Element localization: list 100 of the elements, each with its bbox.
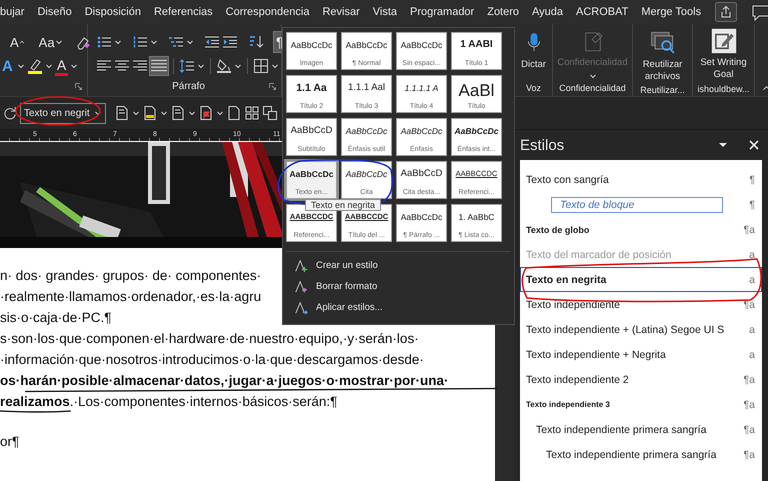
caret-icon[interactable]: [234, 62, 242, 70]
grow-font-button[interactable]: A: [8, 32, 27, 52]
caret-icon[interactable]: [132, 109, 140, 117]
caret-icon[interactable]: [70, 62, 78, 70]
redo-icon[interactable]: [3, 106, 18, 120]
style-preview: AaBbCcD: [290, 125, 332, 137]
line-spacing-icon[interactable]: [179, 58, 195, 74]
style-preview: 1.1 Aa: [296, 82, 327, 94]
text-line: realizamos.·Los·componentes·internos·básicos·serán:¶: [0, 394, 338, 410]
caret-icon[interactable]: [16, 62, 25, 70]
caret-icon[interactable]: [271, 62, 279, 70]
bullet-list-icon[interactable]: [96, 34, 112, 50]
style-type-mark: ¶a: [742, 374, 755, 386]
style-preview: 1. AaBbC: [458, 211, 494, 223]
style-preview: AaBbCcDc: [346, 168, 388, 180]
caret-icon[interactable]: [188, 109, 196, 117]
menu-tab[interactable]: Referencias: [147, 1, 220, 23]
style-preview: 1.1.1.1 A: [404, 82, 438, 94]
menu-item[interactable]: Aplicar estilos...: [286, 297, 511, 318]
group-label: Reutilizar...: [640, 84, 685, 94]
dropdown-icon[interactable]: [718, 140, 728, 150]
menu-tab[interactable]: Programador: [404, 1, 481, 23]
style-preview: AaBbCcDc: [400, 211, 442, 223]
dialog-launcher-icon[interactable]: [268, 82, 277, 91]
menu-tab[interactable]: Disposición: [78, 1, 148, 23]
group-label: Párrafo: [172, 81, 205, 92]
style-item[interactable]: Texto del marcador de posición a: [520, 242, 762, 267]
style-type-mark: ¶a: [742, 448, 755, 460]
style-item[interactable]: Texto independiente primera sangría ¶a: [520, 442, 762, 467]
menu-tab[interactable]: Correspondencia: [219, 1, 316, 23]
menu-tab[interactable]: Diseño: [30, 1, 78, 23]
style-name: Texto del marcador de posición: [526, 248, 672, 260]
style-dropdown[interactable]: Texto en negrit: [20, 102, 106, 124]
writing-goal-button[interactable]: Set Writing Goal: [693, 28, 754, 81]
caret-icon: [18, 39, 25, 45]
style-name: Texto de globo: [526, 224, 590, 234]
style-item[interactable]: Texto independiente + (Latina) Segoe UI S a: [520, 317, 762, 342]
caret-icon[interactable]: [44, 62, 53, 70]
menu-tab[interactable]: Ayuda: [526, 1, 570, 23]
dialog-launcher-icon[interactable]: [74, 82, 83, 91]
style-item[interactable]: Texto con sangría ¶: [520, 167, 762, 192]
justify-icon[interactable]: [150, 57, 168, 75]
caret-icon: [94, 109, 102, 117]
group-label: Voz: [526, 82, 541, 92]
style-item[interactable]: Texto independiente 3 ¶a: [520, 392, 762, 417]
menu-item[interactable]: Borrar formato: [286, 276, 511, 297]
copy-icon[interactable]: [262, 105, 278, 121]
caret-icon[interactable]: [160, 109, 168, 117]
document-icon[interactable]: [198, 105, 214, 121]
style-name: Texto con sangría: [526, 174, 610, 186]
change-case-button[interactable]: Aa: [36, 32, 65, 52]
grid-icon[interactable]: [244, 105, 260, 121]
style-item[interactable]: Texto en negrita a: [520, 267, 762, 292]
caret-icon[interactable]: [150, 38, 158, 46]
menu-tab[interactable]: Revisar: [316, 1, 366, 23]
reuse-files-button[interactable]: Reutilizar archivos: [633, 28, 692, 83]
style-item[interactable]: Texto independiente + Negrita a: [520, 342, 762, 367]
text-line: ·realmente·llamamos·ordenador,·es·la·agru: [0, 289, 262, 305]
increase-indent-icon[interactable]: [222, 34, 238, 50]
style-name: Texto independiente 2: [526, 374, 630, 386]
font-color-button[interactable]: A: [54, 56, 68, 76]
style-item[interactable]: Texto independiente ¶a: [520, 292, 762, 317]
borders-icon[interactable]: [253, 58, 269, 74]
style-item[interactable]: Texto de bloque ¶: [520, 192, 762, 217]
document-icon[interactable]: [142, 105, 158, 121]
style-item[interactable]: Texto independiente 2 ¶a: [520, 367, 762, 392]
tooltip: Texto en negrita: [305, 199, 382, 211]
style-name: Texto independiente primera sangría: [545, 448, 718, 460]
text-effects-button[interactable]: A: [0, 56, 15, 76]
close-icon[interactable]: [748, 139, 760, 151]
numbered-list-icon[interactable]: [132, 34, 148, 50]
sort-icon[interactable]: [248, 34, 264, 50]
caret-icon[interactable]: [197, 62, 205, 70]
caret-icon[interactable]: [186, 38, 194, 46]
style-preview: AaBbCcDc: [400, 125, 442, 137]
text-line: s·son·los·que·componen·el·hardware·de·nuestro·equipo,·y·serán·los·: [0, 331, 419, 347]
document-icon[interactable]: [170, 105, 186, 121]
menu-tab[interactable]: Merge Tools: [634, 1, 708, 23]
collapse-ribbon-icon[interactable]: [762, 84, 768, 92]
caret-icon: [588, 72, 596, 80]
document-icon[interactable]: [114, 105, 130, 121]
caret-icon[interactable]: [54, 38, 63, 46]
menu-tab[interactable]: Zotero: [480, 1, 526, 23]
style-type-mark: ¶a: [742, 398, 755, 410]
style-item[interactable]: Texto independiente primera sangría ¶a: [520, 417, 762, 442]
highlighter-icon[interactable]: [26, 58, 43, 74]
group-label: Confidencialidad: [559, 83, 626, 93]
caret-icon[interactable]: [216, 109, 224, 117]
menu-tab[interactable]: ACROBAT: [570, 1, 635, 23]
decrease-indent-icon[interactable]: [204, 34, 220, 50]
menu-tab[interactable]: bujar: [0, 1, 31, 23]
style-item[interactable]: Texto de globo ¶a: [520, 217, 762, 242]
menu-tab[interactable]: Vista: [366, 1, 404, 23]
share-icon[interactable]: [714, 1, 738, 23]
document-icon[interactable]: [226, 105, 242, 121]
menu-item[interactable]: Crear un estilo: [286, 255, 511, 276]
shading-icon[interactable]: [216, 58, 232, 74]
caret-icon[interactable]: [114, 38, 122, 46]
style-preview: AaBbCcDc: [454, 125, 498, 137]
dictate-button[interactable]: Dictar: [519, 28, 548, 71]
